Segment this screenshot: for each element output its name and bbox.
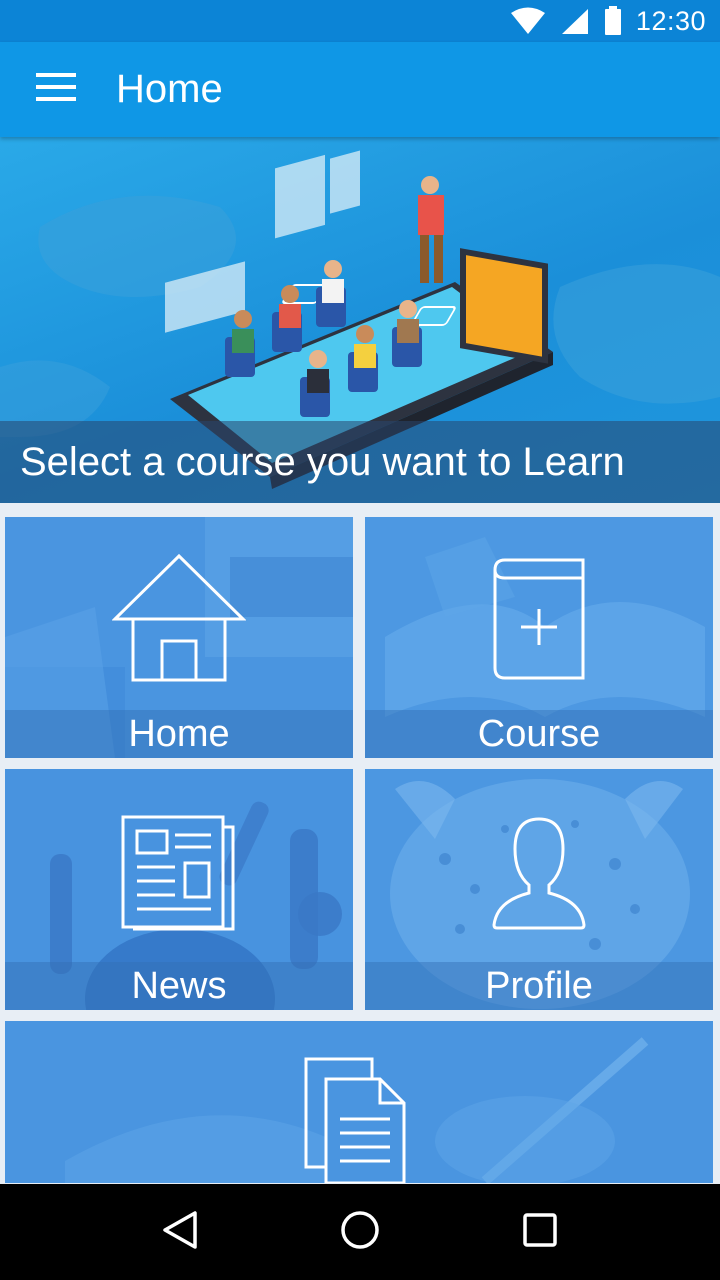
page-title: Home <box>116 67 223 111</box>
hamburger-menu-icon <box>36 71 76 108</box>
tile-documents[interactable] <box>5 1021 713 1183</box>
back-icon <box>161 1210 199 1255</box>
tile-course[interactable]: Course <box>365 517 713 758</box>
tile-home[interactable]: Home <box>5 517 353 758</box>
menu-button[interactable] <box>0 42 112 137</box>
status-bar: 12:30 <box>0 0 720 42</box>
recents-square-icon <box>522 1212 558 1253</box>
tile-news-label: News <box>5 962 353 1010</box>
hero-banner: Select a course you want to Learn <box>0 137 720 503</box>
tile-course-label: Course <box>365 710 713 758</box>
nav-home-button[interactable] <box>320 1192 400 1272</box>
app-bar: Home <box>0 42 720 137</box>
system-navigation-bar <box>0 1184 720 1280</box>
nav-back-button[interactable] <box>140 1192 220 1272</box>
tile-news[interactable]: News <box>5 769 353 1010</box>
house-icon <box>111 553 247 688</box>
newspaper-icon <box>121 815 237 936</box>
nav-recents-button[interactable] <box>500 1192 580 1272</box>
wifi-icon <box>510 7 546 35</box>
book-add-icon <box>491 557 587 686</box>
cell-signal-icon <box>560 7 590 35</box>
battery-icon <box>604 6 622 36</box>
status-time: 12:30 <box>635 5 706 36</box>
person-icon <box>491 815 587 936</box>
tile-home-label: Home <box>5 710 353 758</box>
tile-profile[interactable]: Profile <box>365 769 713 1010</box>
home-circle-icon <box>339 1209 381 1256</box>
tile-profile-label: Profile <box>365 962 713 1010</box>
banner-caption: Select a course you want to Learn <box>0 421 720 503</box>
documents-icon <box>304 1057 414 1183</box>
